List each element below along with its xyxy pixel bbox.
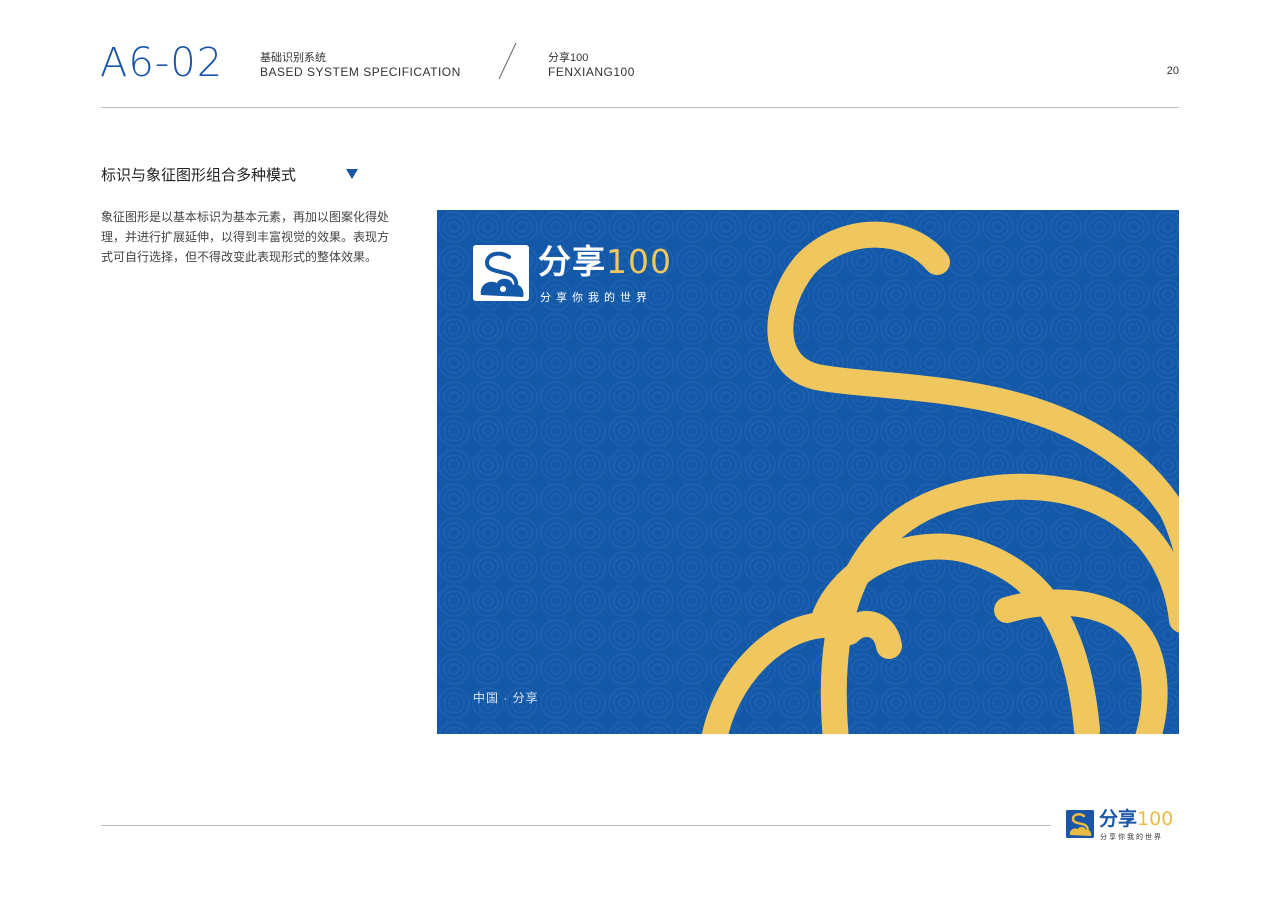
- card-footer-text: 中国 · 分享: [473, 691, 539, 705]
- card-brand-name: 分享100: [538, 242, 672, 281]
- footer-slogan: 分享你我的世界: [1100, 834, 1163, 841]
- brand-title-en: FENXIANG100: [548, 65, 635, 79]
- header-divider: [101, 107, 1179, 108]
- triangle-down-icon: [346, 169, 358, 179]
- section-title: 标识与象征图形组合多种模式: [101, 167, 297, 184]
- brand-title-cn: 分享100: [548, 52, 589, 64]
- section-description: 象征图形是以基本标识为基本元素，再加以图案化得处理，并进行扩展延伸，以得到丰富视…: [101, 210, 390, 264]
- footer-divider: [101, 825, 1051, 826]
- system-title-cn: 基础识别系统: [260, 52, 326, 64]
- system-title-en: BASED SYSTEM SPECIFICATION: [260, 65, 461, 79]
- monkey-cloud-logo-icon: [473, 245, 529, 301]
- slash-divider-icon: [498, 42, 517, 80]
- footer-logo-icon: [1066, 810, 1094, 838]
- footer-brand-name: 分享100: [1099, 808, 1174, 830]
- card-slogan: 分享你我的世界: [540, 292, 652, 304]
- brand-card: 分享100 分享你我的世界 中国 · 分享: [437, 210, 1179, 734]
- page-number: 20: [1166, 65, 1179, 77]
- page-code: A6-02: [100, 40, 224, 86]
